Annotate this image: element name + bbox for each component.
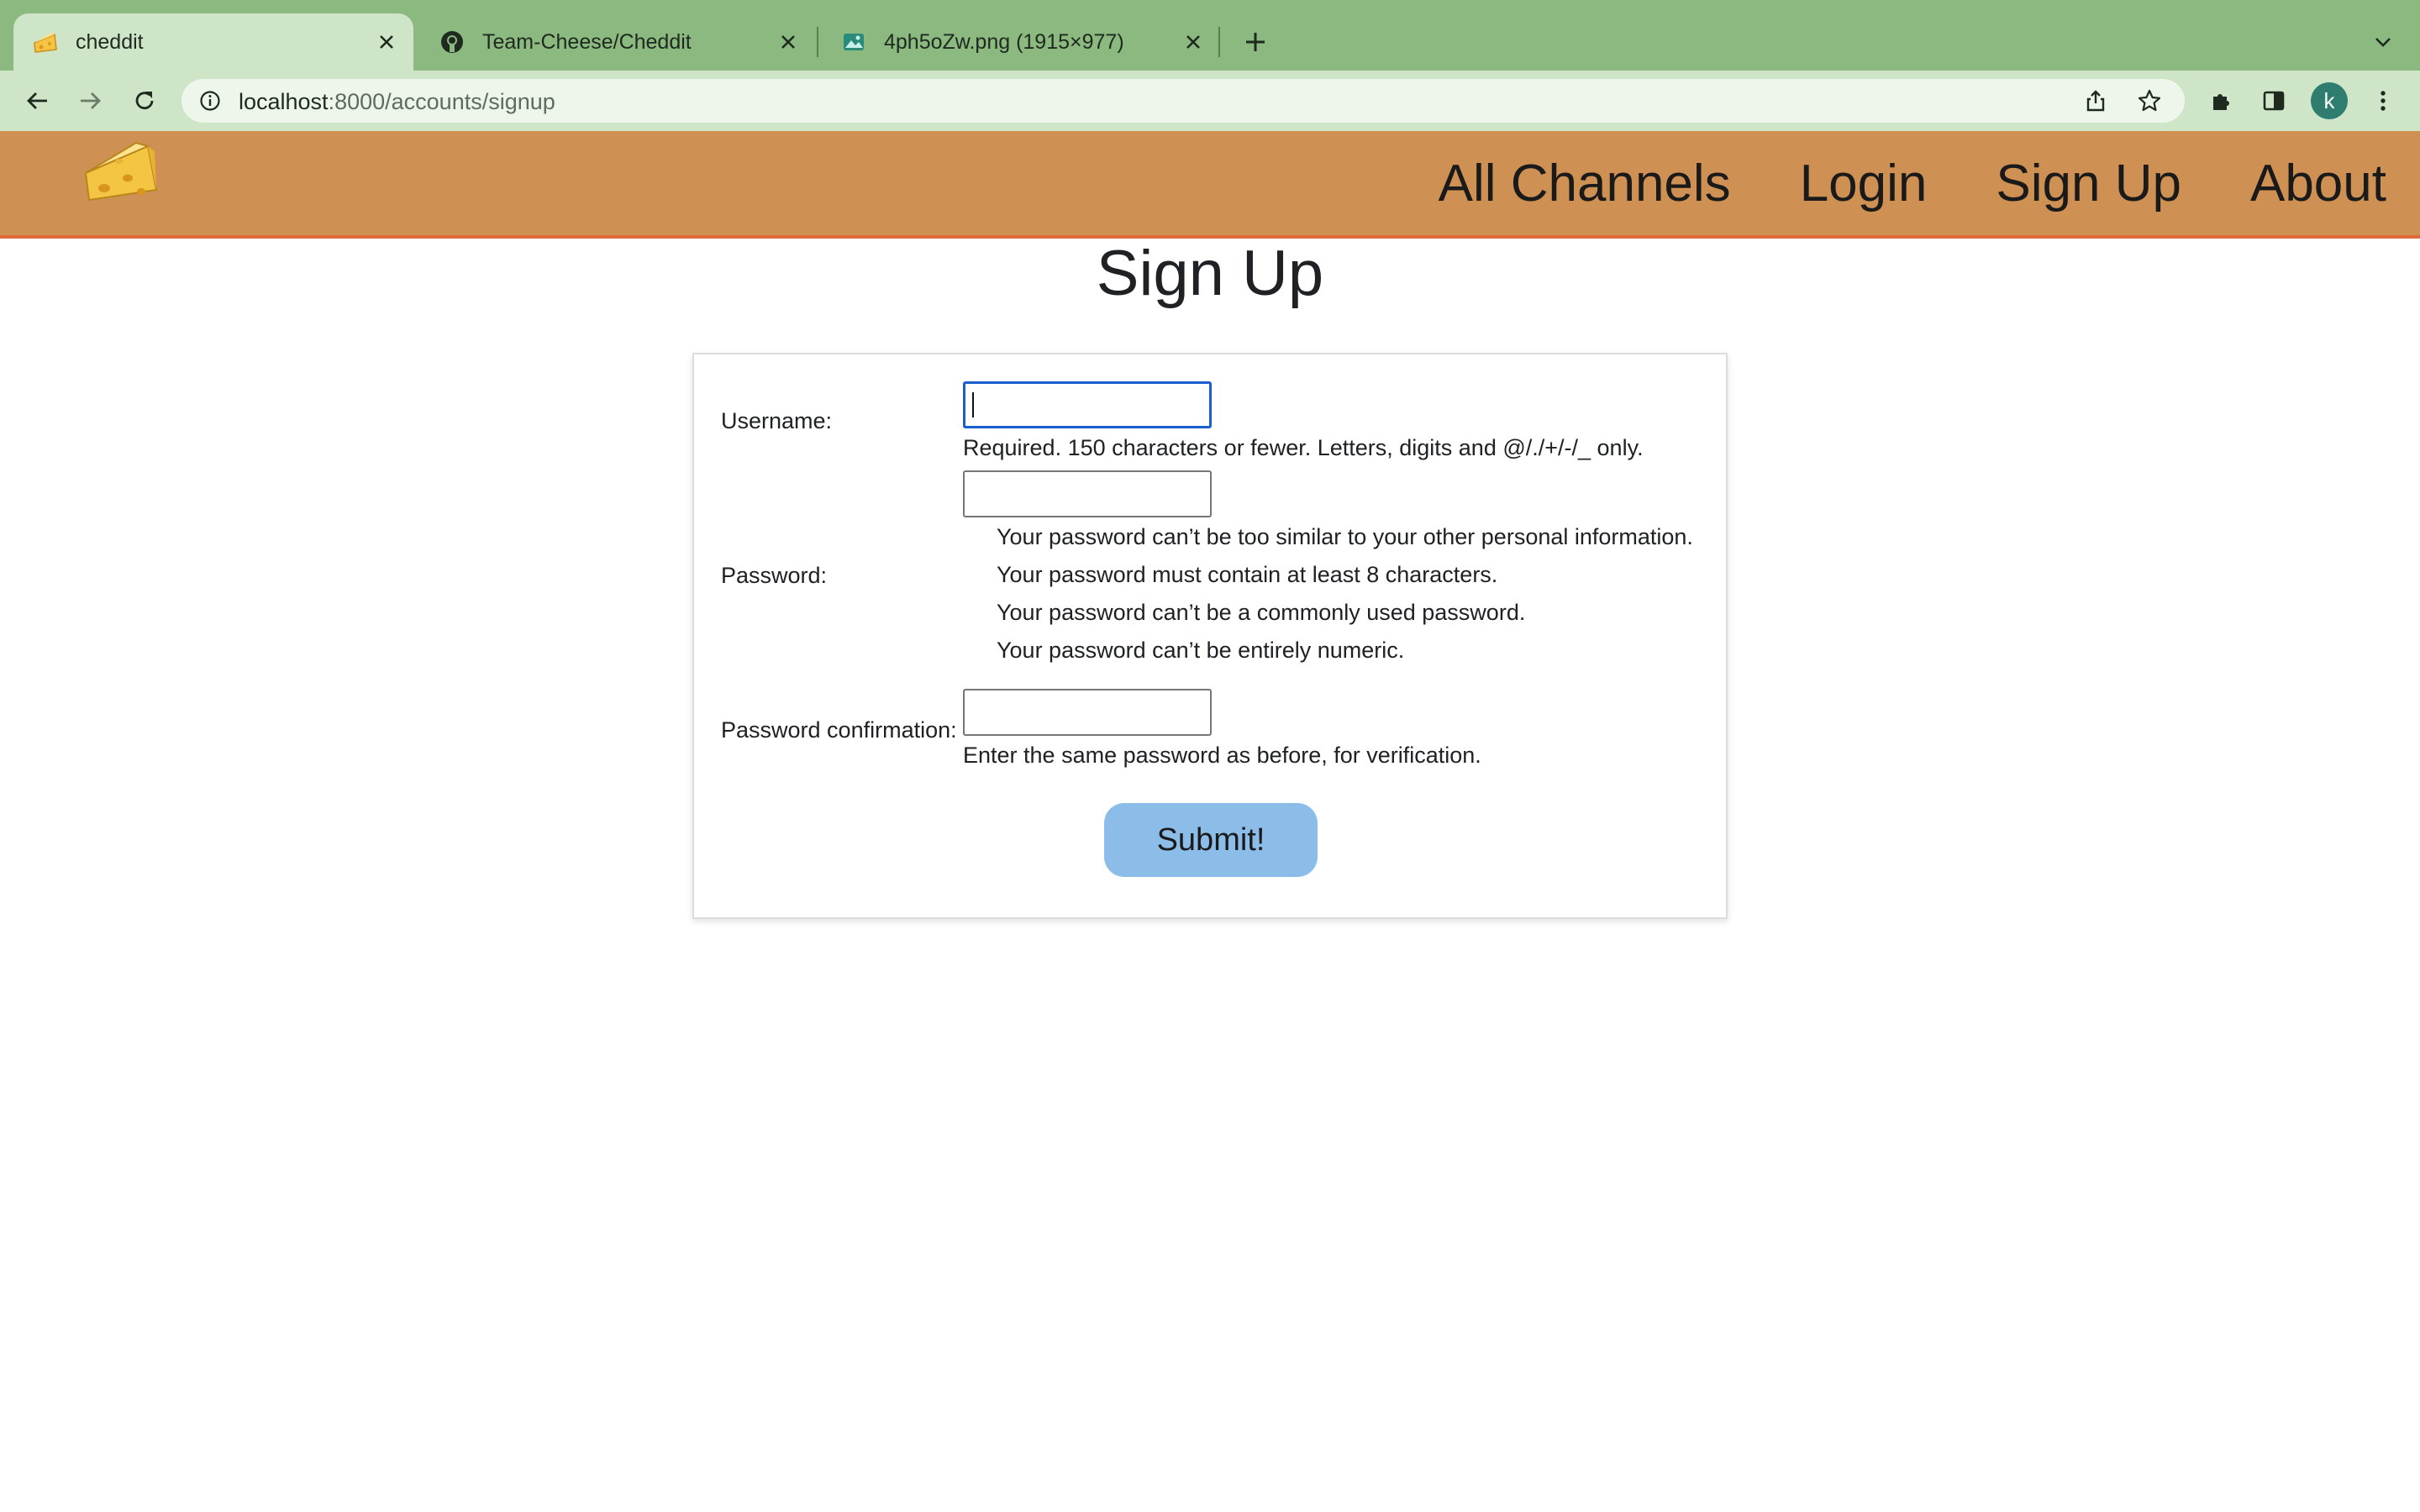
address-url[interactable]: localhost:8000/accounts/signup — [239, 89, 555, 115]
github-icon — [439, 29, 466, 55]
extensions-puzzle-icon[interactable] — [2203, 82, 2240, 119]
password-rule: Your password must contain at least 8 ch… — [997, 562, 1498, 587]
address-bar[interactable]: localhost:8000/accounts/signup — [182, 79, 2185, 123]
tab-title: Team-Cheese/Cheddit — [482, 29, 692, 54]
password-confirmation-help-text: Enter the same password as before, for v… — [963, 743, 1481, 768]
profile-avatar[interactable]: k — [2311, 82, 2348, 119]
tab-title: cheddit — [76, 29, 144, 54]
share-icon[interactable] — [2081, 86, 2111, 116]
side-panel-icon[interactable] — [2255, 82, 2292, 119]
tab-cheddit[interactable]: cheddit — [13, 13, 413, 71]
close-tab-icon[interactable] — [371, 27, 402, 57]
password-rule: Your password can’t be entirely numeric. — [997, 638, 1405, 663]
page-title: Sign Up — [1096, 238, 1324, 309]
username-help-text: Required. 150 characters or fewer. Lette… — [963, 435, 1644, 460]
nav-sign-up[interactable]: Sign Up — [1996, 154, 2181, 213]
site-info-icon[interactable] — [197, 87, 224, 114]
more-vertical-icon[interactable] — [2365, 82, 2402, 119]
tab-separator — [817, 27, 818, 57]
tab-image[interactable]: 4ph5oZw.png (1915×977) — [822, 13, 1220, 71]
password-rule: Your password can’t be too similar to yo… — [997, 524, 1693, 549]
image-favicon-icon — [840, 29, 867, 55]
username-input[interactable] — [961, 380, 1213, 430]
browser-tab-strip: cheddit Team-Cheese/Cheddit 4ph5oZw.png … — [0, 0, 2420, 71]
url-path: :8000/accounts/signup — [328, 89, 555, 114]
browser-toolbar: localhost:8000/accounts/signup k — [0, 71, 2420, 131]
cheese-logo-icon[interactable] — [81, 136, 161, 207]
site-nav-links: All Channels Login Sign Up About — [1370, 131, 2386, 235]
tab-github[interactable]: Team-Cheese/Cheddit — [420, 13, 815, 71]
password-confirmation-input[interactable] — [963, 689, 1212, 736]
forward-arrow-icon[interactable] — [72, 82, 109, 119]
cheese-favicon-icon — [32, 29, 59, 55]
password-rule: Your password can’t be a commonly used p… — [997, 600, 1526, 625]
password-input[interactable] — [963, 470, 1212, 517]
bookmark-star-icon[interactable] — [2134, 86, 2165, 116]
password-confirmation-label: Password confirmation: — [721, 717, 957, 743]
new-tab-plus-icon[interactable] — [1239, 25, 1272, 59]
nav-all-channels[interactable]: All Channels — [1439, 154, 1731, 213]
nav-about[interactable]: About — [2250, 154, 2386, 213]
site-navbar: All Channels Login Sign Up About — [0, 131, 2420, 239]
close-tab-icon[interactable] — [773, 27, 803, 57]
url-host: localhost — [239, 89, 329, 114]
tab-search-chevron-down-icon[interactable] — [2366, 25, 2400, 59]
text-caret — [972, 392, 974, 417]
signup-form-card: Username: Required. 150 characters or fe… — [692, 353, 1728, 919]
back-arrow-icon[interactable] — [18, 82, 55, 119]
submit-button[interactable]: Submit! — [1104, 803, 1318, 877]
reload-icon[interactable] — [126, 82, 163, 119]
tab-title: 4ph5oZw.png (1915×977) — [884, 29, 1124, 54]
password-label: Password: — [721, 563, 828, 588]
nav-login[interactable]: Login — [1800, 154, 1928, 213]
username-label: Username: — [721, 408, 833, 433]
tab-separator — [1218, 27, 1220, 57]
close-tab-icon[interactable] — [1178, 27, 1208, 57]
